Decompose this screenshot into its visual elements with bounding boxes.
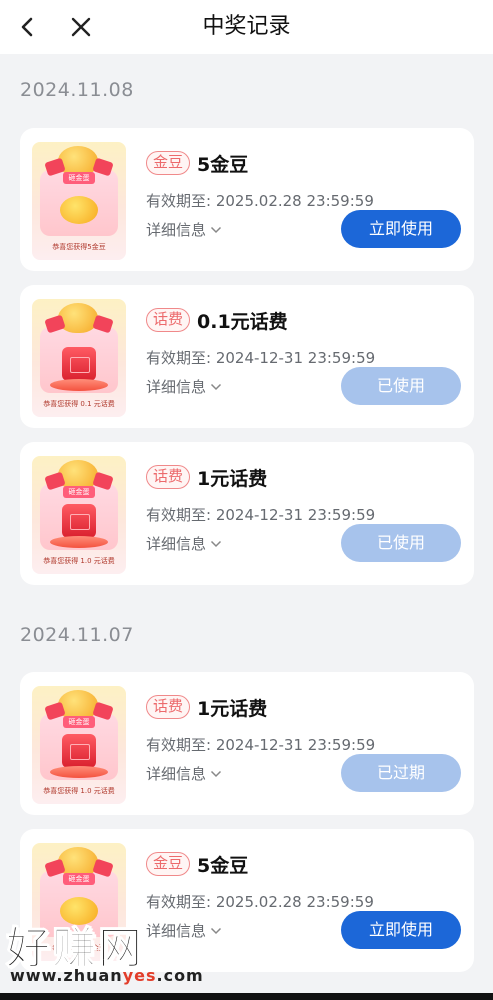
chevron-down-icon: [210, 927, 222, 934]
prize-card: 砸金蛋 恭喜您获得5金豆 金豆 5金豆 有效期至: 2025.02.28 23:…: [20, 128, 474, 271]
expiry-value: 2025.02.28 23:59:59: [215, 893, 374, 911]
use-now-button[interactable]: 立即使用: [341, 911, 461, 949]
expiry-text: 有效期至: 2025.02.28 23:59:59: [146, 190, 374, 211]
details-label: 详细信息: [146, 221, 207, 239]
prize-title: 0.1元话费: [197, 311, 288, 333]
expiry-value: 2025.02.28 23:59:59: [215, 192, 374, 210]
type-badge: 金豆: [146, 151, 191, 175]
chevron-down-icon: [210, 540, 222, 547]
expiry-label: 有效期至:: [146, 349, 212, 367]
watermark-url-prefix: www.zhuan: [10, 966, 123, 985]
expiry-label: 有效期至:: [146, 736, 212, 754]
type-badge: 金豆: [146, 852, 191, 876]
details-toggle[interactable]: 详细信息: [146, 376, 222, 397]
thumb-tag: 砸金蛋: [63, 172, 95, 184]
prize-title: 5金豆: [197, 855, 249, 877]
details-label: 详细信息: [146, 378, 207, 396]
used-button: 已使用: [341, 367, 461, 405]
podium-icon: [50, 536, 108, 548]
watermark: 好赚网 www.zhuanyes.com: [0, 910, 203, 992]
expiry-value: 2024-12-31 23:59:59: [215, 736, 376, 754]
type-badge: 话费: [146, 465, 191, 489]
gold-bean-icon: [60, 196, 98, 224]
expired-button: 已过期: [341, 754, 461, 792]
chevron-down-icon: [210, 383, 222, 390]
thumb-caption: 恭喜您获得5金豆: [52, 243, 106, 251]
prize-thumbnail: 砸金蛋 恭喜您获得 1.0 元话费: [32, 456, 126, 574]
prize-card: 砸金蛋 恭喜您获得 1.0 元话费 话费 1元话费 有效期至: 2024-12-…: [20, 672, 474, 815]
red-envelope-icon: [62, 734, 96, 768]
details-toggle[interactable]: 详细信息: [146, 219, 222, 240]
prize-card: 恭喜您获得 0.1 元话费 话费 0.1元话费 有效期至: 2024-12-31…: [20, 285, 474, 428]
expiry-value: 2024-12-31 23:59:59: [215, 506, 376, 524]
expiry-text: 有效期至: 2025.02.28 23:59:59: [146, 891, 374, 912]
details-label: 详细信息: [146, 765, 207, 783]
chevron-down-icon: [210, 226, 222, 233]
expiry-text: 有效期至: 2024-12-31 23:59:59: [146, 734, 375, 755]
thumb-tag: 砸金蛋: [63, 716, 95, 728]
watermark-url: www.zhuanyes.com: [10, 966, 204, 985]
thumb-caption: 恭喜您获得 0.1 元话费: [43, 400, 115, 408]
podium-icon: [50, 379, 108, 391]
prize-thumbnail: 恭喜您获得 0.1 元话费: [32, 299, 126, 417]
date-label: 2024.11.08: [20, 79, 134, 101]
bottom-bar: [0, 993, 493, 1000]
details-toggle[interactable]: 详细信息: [146, 763, 222, 784]
page-title: 中奖记录: [202, 14, 291, 39]
podium-icon: [50, 766, 108, 778]
prize-thumbnail: 砸金蛋 恭喜您获得 1.0 元话费: [32, 686, 126, 804]
prize-title: 1元话费: [197, 698, 268, 720]
red-envelope-icon: [62, 504, 96, 538]
prize-title: 5金豆: [197, 154, 249, 176]
expiry-text: 有效期至: 2024-12-31 23:59:59: [146, 504, 375, 525]
type-badge: 话费: [146, 308, 191, 332]
top-bar: 中奖记录: [0, 0, 493, 54]
red-envelope-icon: [62, 347, 96, 381]
expiry-label: 有效期至:: [146, 893, 212, 911]
prize-card: 砸金蛋 恭喜您获得 1.0 元话费 话费 1元话费 有效期至: 2024-12-…: [20, 442, 474, 585]
thumb-tag: 砸金蛋: [63, 873, 95, 885]
expiry-label: 有效期至:: [146, 192, 212, 210]
expiry-text: 有效期至: 2024-12-31 23:59:59: [146, 347, 375, 368]
use-now-button[interactable]: 立即使用: [341, 210, 461, 248]
expiry-value: 2024-12-31 23:59:59: [215, 349, 376, 367]
details-label: 详细信息: [146, 535, 207, 553]
thumb-tag: 砸金蛋: [63, 486, 95, 498]
thumb-caption: 恭喜您获得 1.0 元话费: [43, 557, 115, 565]
watermark-url-accent: yes: [122, 966, 157, 985]
chevron-down-icon: [210, 770, 222, 777]
used-button: 已使用: [341, 524, 461, 562]
thumb-caption: 恭喜您获得 1.0 元话费: [43, 787, 115, 795]
type-badge: 话费: [146, 695, 191, 719]
details-toggle[interactable]: 详细信息: [146, 533, 222, 554]
expiry-label: 有效期至:: [146, 506, 212, 524]
prize-title: 1元话费: [197, 468, 268, 490]
golden-egg-icon: [58, 303, 98, 333]
prize-thumbnail: 砸金蛋 恭喜您获得5金豆: [32, 142, 126, 260]
watermark-url-suffix: .com: [156, 966, 204, 985]
date-label: 2024.11.07: [20, 624, 134, 646]
